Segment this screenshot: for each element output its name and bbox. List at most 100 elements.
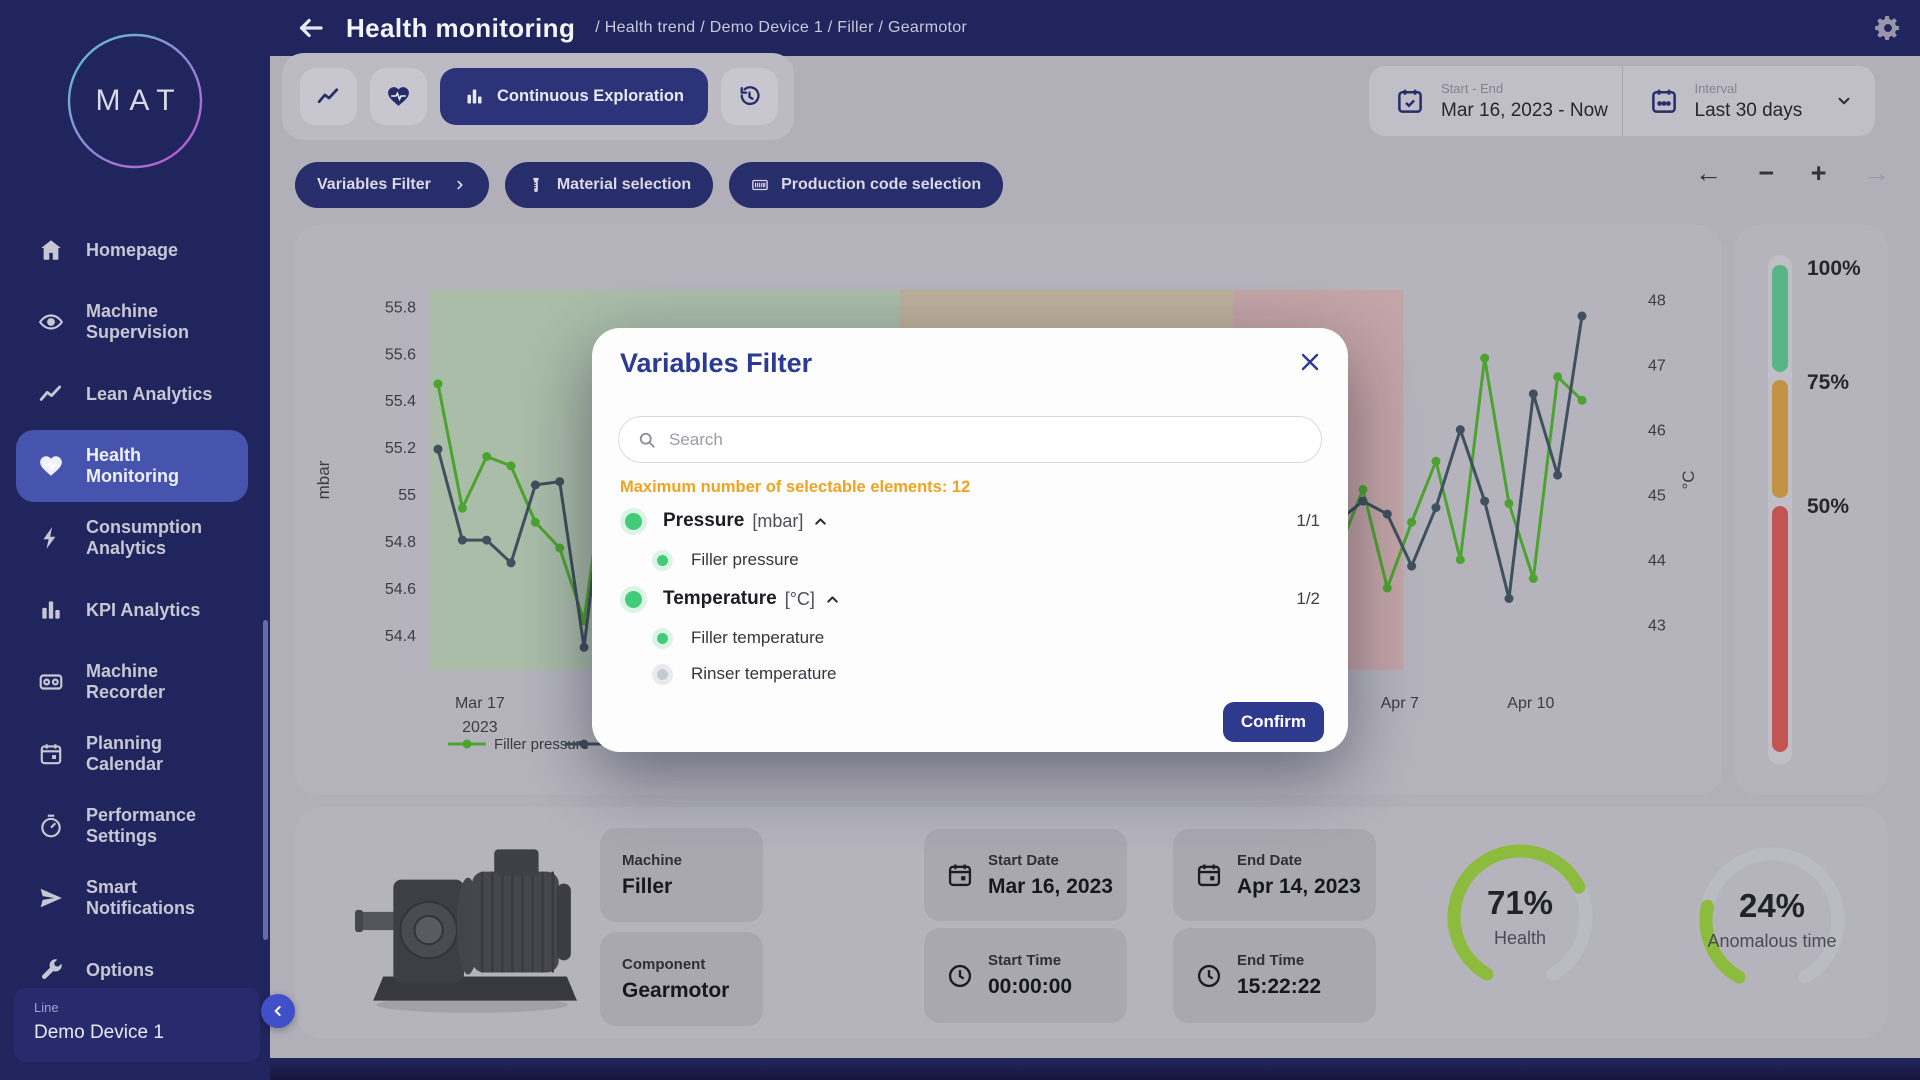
speedometer-icon bbox=[38, 813, 64, 839]
health-scale-segment-2 bbox=[1772, 506, 1788, 752]
selected-dot-icon bbox=[620, 586, 647, 613]
variable-option-label: Rinser temperature bbox=[691, 664, 837, 684]
date-range-selector[interactable]: Start - End Mar 16, 2023 - Now bbox=[1369, 66, 1622, 136]
detail-label: End Time bbox=[1237, 952, 1321, 969]
health-scale-segment-1 bbox=[1772, 380, 1788, 498]
svg-text:45: 45 bbox=[1648, 488, 1666, 505]
back-arrow-icon[interactable] bbox=[296, 13, 326, 43]
breadcrumb: / Health trend / Demo Device 1 / Filler … bbox=[595, 19, 967, 37]
svg-text:43: 43 bbox=[1648, 618, 1666, 635]
detail-card-end-date: End Date Apr 14, 2023 bbox=[1173, 829, 1376, 921]
variable-option-filler-temperature[interactable]: Filler temperature bbox=[620, 620, 1320, 656]
group-unit: [°C] bbox=[785, 589, 815, 610]
zoom-out-button[interactable]: − bbox=[1758, 156, 1774, 190]
sidebar-scrollbar[interactable] bbox=[263, 620, 268, 940]
sidebar-item-consumption-analytics[interactable]: Consumption Analytics bbox=[16, 502, 248, 574]
svg-text:55: 55 bbox=[398, 487, 416, 504]
health-scale-label: 100% bbox=[1807, 257, 1861, 281]
continuous-exploration-button[interactable]: Continuous Exploration bbox=[440, 68, 708, 125]
cassette-icon bbox=[38, 669, 64, 695]
sidebar-item-label: Options bbox=[86, 960, 238, 981]
group-count: 1/1 bbox=[1296, 511, 1320, 531]
filter-chip-label: Material selection bbox=[557, 176, 691, 194]
health-gauge-value: 71% bbox=[1487, 884, 1553, 921]
zoom-in-button[interactable]: + bbox=[1811, 156, 1827, 190]
svg-text:54.6: 54.6 bbox=[385, 581, 416, 598]
barcode-icon bbox=[751, 176, 769, 194]
detail-card-component: Component Gearmotor bbox=[600, 932, 763, 1026]
variable-option-filler-pressure[interactable]: Filler pressure bbox=[620, 542, 1320, 578]
device-label: Line bbox=[34, 1000, 240, 1015]
svg-text:mbar: mbar bbox=[314, 460, 333, 499]
filter-chip-production-code-selection[interactable]: Production code selection bbox=[729, 162, 1003, 208]
line-chart-icon bbox=[38, 381, 64, 407]
variables-filter-modal: Variables Filter Maximum number of selec… bbox=[592, 328, 1348, 752]
group-name: Pressure bbox=[663, 510, 744, 532]
logo-text: MAT bbox=[66, 32, 204, 170]
filter-chip-variables-filter[interactable]: Variables Filter bbox=[295, 162, 489, 208]
confirm-button[interactable]: Confirm bbox=[1223, 702, 1324, 742]
svg-text:55.2: 55.2 bbox=[385, 440, 416, 457]
bolt-icon bbox=[38, 525, 64, 551]
health-scale-card: 100%75%50% bbox=[1735, 225, 1888, 795]
close-icon[interactable] bbox=[1298, 350, 1322, 374]
health-scale-label: 75% bbox=[1807, 371, 1849, 395]
detail-label: Machine bbox=[622, 852, 682, 869]
sidebar-item-label: Homepage bbox=[86, 240, 238, 261]
sidebar-item-lean-analytics[interactable]: Lean Analytics bbox=[16, 358, 248, 430]
detail-card-start-date: Start Date Mar 16, 2023 bbox=[924, 829, 1127, 921]
sidebar-item-performance-settings[interactable]: Performance Settings bbox=[16, 790, 248, 862]
device-card[interactable]: Line Demo Device 1 bbox=[14, 988, 260, 1062]
toolbar-button-line-chart[interactable] bbox=[300, 68, 357, 125]
toolbar-button-heart-pulse[interactable] bbox=[370, 68, 427, 125]
pan-left-button[interactable]: ← bbox=[1695, 156, 1722, 190]
heart-pulse-icon bbox=[386, 84, 411, 109]
svg-text:54.4: 54.4 bbox=[385, 628, 416, 645]
sidebar-item-kpi-analytics[interactable]: KPI Analytics bbox=[16, 574, 248, 646]
filter-chip-material-selection[interactable]: Material selection bbox=[505, 162, 713, 208]
search-input[interactable] bbox=[669, 430, 1321, 450]
bar-chart-icon bbox=[464, 86, 485, 107]
beaker-icon bbox=[527, 176, 545, 194]
variable-option-rinser-temperature[interactable]: Rinser temperature bbox=[620, 656, 1320, 692]
chevron-up-icon[interactable] bbox=[824, 591, 841, 608]
svg-text:54.8: 54.8 bbox=[385, 534, 416, 551]
anomalous-gauge-value: 24% bbox=[1739, 887, 1805, 924]
heart-pulse-icon bbox=[38, 453, 64, 479]
history-icon bbox=[737, 84, 762, 109]
sidebar-item-machine-supervision[interactable]: Machine Supervision bbox=[16, 286, 248, 358]
sidebar-item-smart-notifications[interactable]: Smart Notifications bbox=[16, 862, 248, 934]
gear-icon[interactable] bbox=[1874, 14, 1902, 42]
sidebar-item-label: KPI Analytics bbox=[86, 600, 238, 621]
wrench-icon bbox=[38, 957, 64, 983]
svg-text:55.6: 55.6 bbox=[385, 346, 416, 363]
modal-title: Variables Filter bbox=[620, 348, 812, 379]
pan-right-button[interactable]: → bbox=[1863, 156, 1890, 190]
sidebar-item-health-monitoring[interactable]: Health Monitoring bbox=[16, 430, 248, 502]
calendar-check-icon bbox=[1395, 86, 1425, 116]
date-range-label: Start - End bbox=[1441, 81, 1608, 96]
eye-icon bbox=[38, 309, 64, 335]
detail-card-end-time: End Time 15:22:22 bbox=[1173, 928, 1376, 1023]
chevron-up-icon[interactable] bbox=[812, 513, 829, 530]
filter-chip-label: Variables Filter bbox=[317, 176, 431, 194]
clock-icon bbox=[1195, 962, 1223, 990]
sidebar-collapse-button[interactable] bbox=[261, 994, 295, 1028]
toolbar-button-history[interactable] bbox=[721, 68, 778, 125]
component-details-panel: Machine FillerComponent GearmotorStart D… bbox=[295, 807, 1888, 1038]
variable-group-temperature[interactable]: Temperature[°C]1/2 bbox=[620, 578, 1320, 620]
svg-text:47: 47 bbox=[1648, 358, 1666, 375]
detail-label: Component bbox=[622, 956, 729, 973]
variable-group-pressure[interactable]: Pressure[mbar]1/1 bbox=[620, 500, 1320, 542]
page-title: Health monitoring bbox=[346, 13, 575, 44]
sidebar-item-homepage[interactable]: Homepage bbox=[16, 214, 248, 286]
detail-label: End Date bbox=[1237, 852, 1361, 869]
sidebar-item-planning-calendar[interactable]: Planning Calendar bbox=[16, 718, 248, 790]
sidebar: MAT Homepage Machine Supervision Lean An… bbox=[0, 0, 270, 1080]
detail-value: Mar 16, 2023 bbox=[988, 875, 1113, 899]
chart-navigation: ← − + → bbox=[1695, 156, 1890, 190]
toolbar-button-label: Continuous Exploration bbox=[497, 87, 684, 106]
interval-selector[interactable]: Interval Last 30 days bbox=[1622, 66, 1876, 136]
send-icon bbox=[38, 885, 64, 911]
sidebar-item-machine-recorder[interactable]: Machine Recorder bbox=[16, 646, 248, 718]
